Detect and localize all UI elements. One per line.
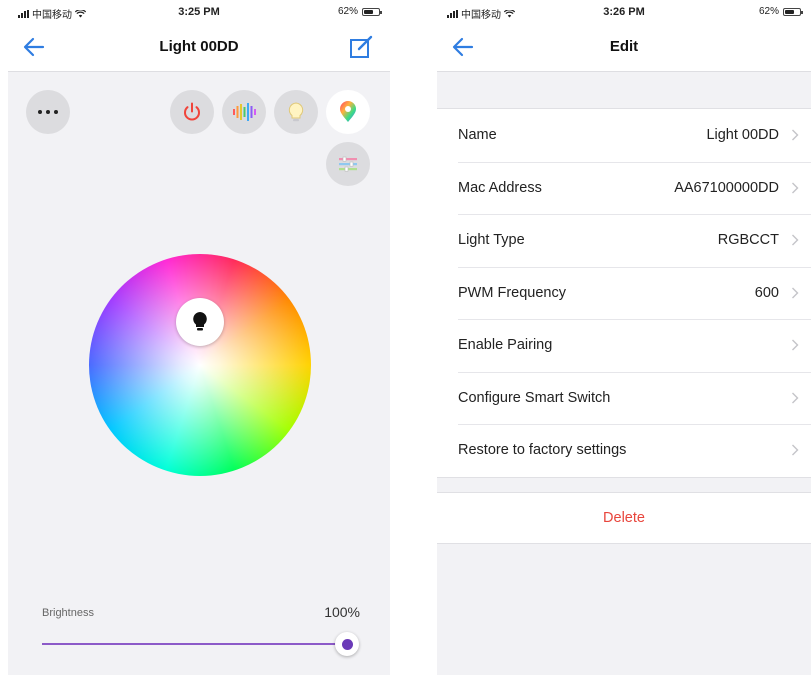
white-light-icon: [288, 102, 304, 122]
delete-label: Delete: [603, 510, 645, 526]
nav-bar: Light 00DD: [8, 22, 390, 72]
row-label: Mac Address: [458, 179, 542, 196]
settings-row-light-type[interactable]: Light Type RGBCCT: [437, 214, 811, 267]
chevron-right-icon: [792, 339, 799, 351]
battery-info: 62%: [337, 6, 382, 17]
edit-button[interactable]: [348, 34, 374, 60]
music-mode-button[interactable]: [222, 90, 266, 134]
row-value: 600: [754, 284, 779, 301]
brightness-slider[interactable]: [42, 643, 347, 645]
row-label: PWM Frequency: [458, 284, 566, 301]
settings-row-pwm-frequency[interactable]: PWM Frequency 600: [437, 266, 811, 320]
row-label: Restore to factory settings: [458, 442, 627, 459]
page-title: Light 00DD: [159, 38, 239, 55]
row-label: Light Type: [458, 232, 525, 249]
chevron-right-icon: [792, 287, 799, 299]
settings-row-name[interactable]: Name Light 00DD: [437, 109, 811, 162]
status-bar: 中国移动 3:26 PM 62%: [437, 0, 811, 22]
battery-percent: 62%: [337, 6, 358, 17]
bulb-icon: [193, 312, 207, 331]
white-light-button[interactable]: [274, 90, 318, 134]
brightness-slider-thumb[interactable]: [335, 632, 359, 656]
color-palette-icon: [340, 101, 356, 122]
row-value: AA67100000DD: [674, 179, 779, 196]
scene-button[interactable]: [326, 142, 370, 186]
chevron-right-icon: [792, 392, 799, 404]
color-mode-button[interactable]: [326, 90, 370, 134]
chevron-right-icon: [792, 444, 799, 456]
brightness-label: Brightness: [42, 607, 94, 619]
row-value: Light 00DD: [706, 127, 779, 144]
scene-icon: [339, 156, 357, 172]
chevron-right-icon: [792, 129, 799, 141]
battery-icon: [362, 7, 382, 16]
chevron-right-icon: [792, 234, 799, 246]
battery-info: 62%: [758, 6, 803, 17]
row-value: RGBCCT: [717, 232, 779, 249]
settings-row-enable-pairing[interactable]: Enable Pairing: [437, 319, 811, 372]
page-title: Edit: [609, 38, 639, 55]
brightness-value: 100%: [324, 604, 360, 620]
settings-row-mac-address[interactable]: Mac Address AA67100000DD: [437, 161, 811, 215]
status-bar: 中国移动 3:25 PM 62%: [8, 0, 390, 22]
more-button[interactable]: [26, 90, 70, 134]
settings-list: Name Light 00DD Mac Address AA67100000DD…: [437, 108, 811, 478]
settings-row-restore-factory[interactable]: Restore to factory settings: [437, 424, 811, 477]
clock: 3:25 PM: [178, 6, 220, 18]
edit-icon: [350, 35, 373, 58]
light-control-screen: 中国移动 3:25 PM 62% Light 00DD Brightness 1…: [8, 0, 390, 675]
more-icon: [38, 110, 58, 114]
battery-icon: [783, 7, 803, 16]
power-icon: [184, 102, 200, 121]
color-picker-handle[interactable]: [176, 298, 224, 346]
edit-screen: 中国移动 3:26 PM 62% Edit Name Light 00DD Ma…: [437, 0, 811, 675]
settings-row-configure-smart-switch[interactable]: Configure Smart Switch: [437, 371, 811, 425]
row-label: Name: [458, 127, 497, 144]
color-wheel[interactable]: [89, 254, 311, 476]
chevron-right-icon: [792, 182, 799, 194]
row-label: Enable Pairing: [458, 337, 553, 354]
row-label: Configure Smart Switch: [458, 389, 611, 406]
music-rhythm-icon: [233, 103, 256, 121]
power-button[interactable]: [170, 90, 214, 134]
clock: 3:26 PM: [603, 6, 645, 18]
battery-percent: 62%: [758, 6, 779, 17]
delete-button[interactable]: Delete: [437, 492, 811, 544]
nav-bar: Edit: [437, 22, 811, 72]
